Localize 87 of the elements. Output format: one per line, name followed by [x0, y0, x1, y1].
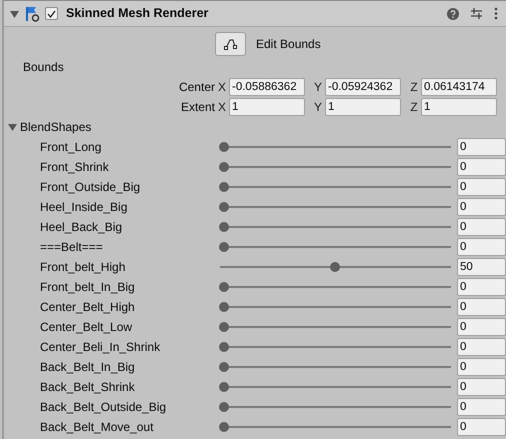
number-field[interactable]: 1	[421, 98, 497, 116]
blend-shape-label: Front_Long	[40, 139, 102, 156]
slider-thumb[interactable]	[219, 202, 229, 212]
value-field[interactable]: 0	[457, 338, 506, 356]
blend-shape-label: Back_Belt_In_Big	[40, 359, 135, 376]
axis-label: Y	[312, 79, 323, 96]
slider-track[interactable]	[220, 321, 451, 333]
expanded-arrow-icon[interactable]	[10, 10, 19, 18]
edit-bounds-label: Edit Bounds	[256, 36, 321, 52]
value-field[interactable]: 0	[457, 398, 506, 416]
slider-track[interactable]	[220, 181, 451, 193]
slider-track[interactable]	[220, 241, 451, 253]
section-label[interactable]: BlendShapes	[20, 118, 92, 136]
blend-shape-label: Back_Belt_Outside_Big	[40, 399, 166, 416]
blend-shape-label: Front_Shrink	[40, 159, 109, 176]
value-field[interactable]: 0	[457, 278, 506, 296]
more-menu-icon[interactable]	[494, 7, 498, 20]
field-label: Center	[178, 79, 215, 96]
value-field[interactable]: 0	[457, 158, 506, 176]
slider-thumb[interactable]	[219, 162, 229, 172]
blend-shape-label: Front_belt_In_Big	[40, 279, 135, 296]
slider-track[interactable]	[220, 301, 451, 313]
number-field[interactable]: 0.06143174	[421, 78, 497, 96]
blend-shape-label: Back_Belt_Shrink	[40, 379, 135, 396]
slider-track[interactable]	[220, 341, 451, 353]
number-field[interactable]: -0.05886362	[229, 78, 305, 96]
blend-shape-label: Center_Belt_Low	[40, 319, 132, 336]
value-field[interactable]: 0	[457, 298, 506, 316]
value-field[interactable]: 0	[457, 178, 506, 196]
slider-thumb[interactable]	[219, 322, 229, 332]
slider-track[interactable]	[220, 221, 451, 233]
slider-track[interactable]	[220, 161, 451, 173]
slider-thumb[interactable]	[219, 182, 229, 192]
edit-bounds-icon	[224, 38, 238, 50]
slider-thumb[interactable]	[219, 362, 229, 372]
settings-sliders-icon[interactable]	[470, 7, 483, 20]
component-icon	[24, 6, 40, 22]
blend-shape-label: Heel_Inside_Big	[40, 199, 128, 216]
component-title: Skinned Mesh Renderer	[66, 5, 208, 22]
slider-thumb[interactable]	[330, 262, 340, 272]
slider-thumb[interactable]	[219, 282, 229, 292]
blend-shape-label: Center_Belt_High	[40, 299, 135, 316]
bounds-label: Bounds	[23, 59, 64, 76]
slider-thumb[interactable]	[219, 342, 229, 352]
enabled-checkbox[interactable]	[45, 7, 58, 20]
value-field[interactable]: 0	[457, 138, 506, 156]
slider-track[interactable]	[220, 201, 451, 213]
value-field[interactable]: 0	[457, 198, 506, 216]
help-icon[interactable]	[447, 8, 459, 20]
value-field[interactable]: 50	[457, 258, 506, 276]
value-field[interactable]: 0	[457, 218, 506, 236]
axis-label: X	[216, 79, 227, 96]
axis-label: Z	[409, 79, 419, 96]
blend-shape-label: Front_belt_High	[40, 259, 126, 276]
value-field[interactable]: 0	[457, 358, 506, 376]
slider-track[interactable]	[220, 361, 451, 373]
slider-thumb[interactable]	[219, 142, 229, 152]
expanded-arrow-icon[interactable]	[8, 123, 17, 131]
value-field[interactable]: 0	[457, 418, 506, 436]
number-field[interactable]: -0.05924362	[325, 78, 401, 96]
slider-thumb[interactable]	[219, 382, 229, 392]
blend-shape-label: Front_Outside_Big	[40, 179, 140, 196]
slider-track[interactable]	[220, 421, 451, 433]
slider-thumb[interactable]	[219, 222, 229, 232]
blend-shape-label: Heel_Back_Big	[40, 219, 122, 236]
number-field[interactable]: 1	[229, 98, 305, 116]
slider-track[interactable]	[220, 281, 451, 293]
value-field[interactable]: 0	[457, 238, 506, 256]
slider-track[interactable]	[220, 261, 451, 273]
number-field[interactable]: 1	[325, 98, 401, 116]
axis-label: Z	[409, 99, 419, 116]
value-field[interactable]: 0	[457, 378, 506, 396]
axis-label: X	[216, 99, 227, 116]
slider-thumb[interactable]	[219, 242, 229, 252]
slider-track[interactable]	[220, 141, 451, 153]
slider-thumb[interactable]	[219, 422, 229, 432]
edit-bounds-button[interactable]	[215, 32, 246, 56]
blend-shape-label: ===Belt===	[40, 239, 103, 256]
axis-label: Y	[312, 99, 323, 116]
value-field[interactable]: 0	[457, 318, 506, 336]
blend-shape-label: Center_Beli_In_Shrink	[40, 339, 160, 356]
blend-shape-label: Back_Belt_Move_out	[40, 419, 154, 436]
slider-thumb[interactable]	[219, 402, 229, 412]
slider-track[interactable]	[220, 381, 451, 393]
slider-thumb[interactable]	[219, 302, 229, 312]
slider-track[interactable]	[220, 401, 451, 413]
field-label: Extent	[180, 99, 215, 116]
